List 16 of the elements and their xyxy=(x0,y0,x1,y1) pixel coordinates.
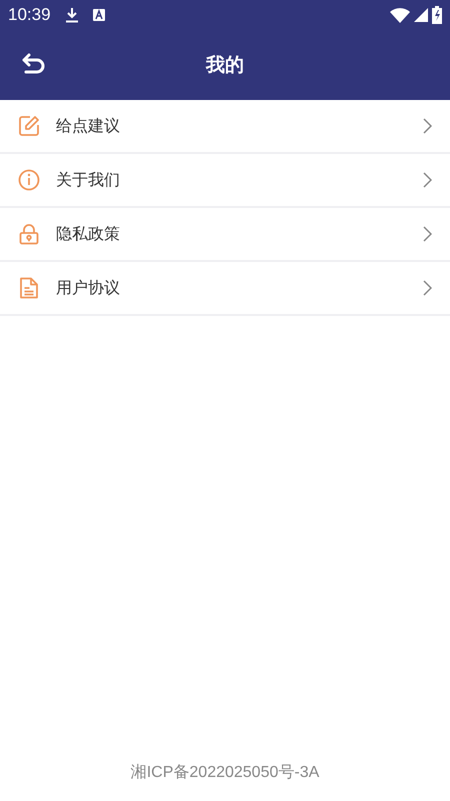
page-title: 我的 xyxy=(206,53,244,78)
chevron-icon xyxy=(422,226,432,242)
status-time: 10:39 xyxy=(8,5,51,25)
chevron-icon xyxy=(422,118,432,134)
chevron-icon xyxy=(422,172,432,188)
lock-icon xyxy=(18,223,40,245)
battery-icon xyxy=(432,6,442,24)
signal-icon xyxy=(414,8,428,22)
edit-icon xyxy=(18,115,40,137)
chevron-icon xyxy=(422,280,432,296)
document-icon xyxy=(18,277,40,299)
wifi-icon xyxy=(390,8,410,22)
download-icon xyxy=(64,7,79,23)
icp-license-text: 湘ICP备2022025050号-3A xyxy=(130,762,320,783)
notification-icon xyxy=(92,9,105,21)
info-icon xyxy=(18,169,40,191)
